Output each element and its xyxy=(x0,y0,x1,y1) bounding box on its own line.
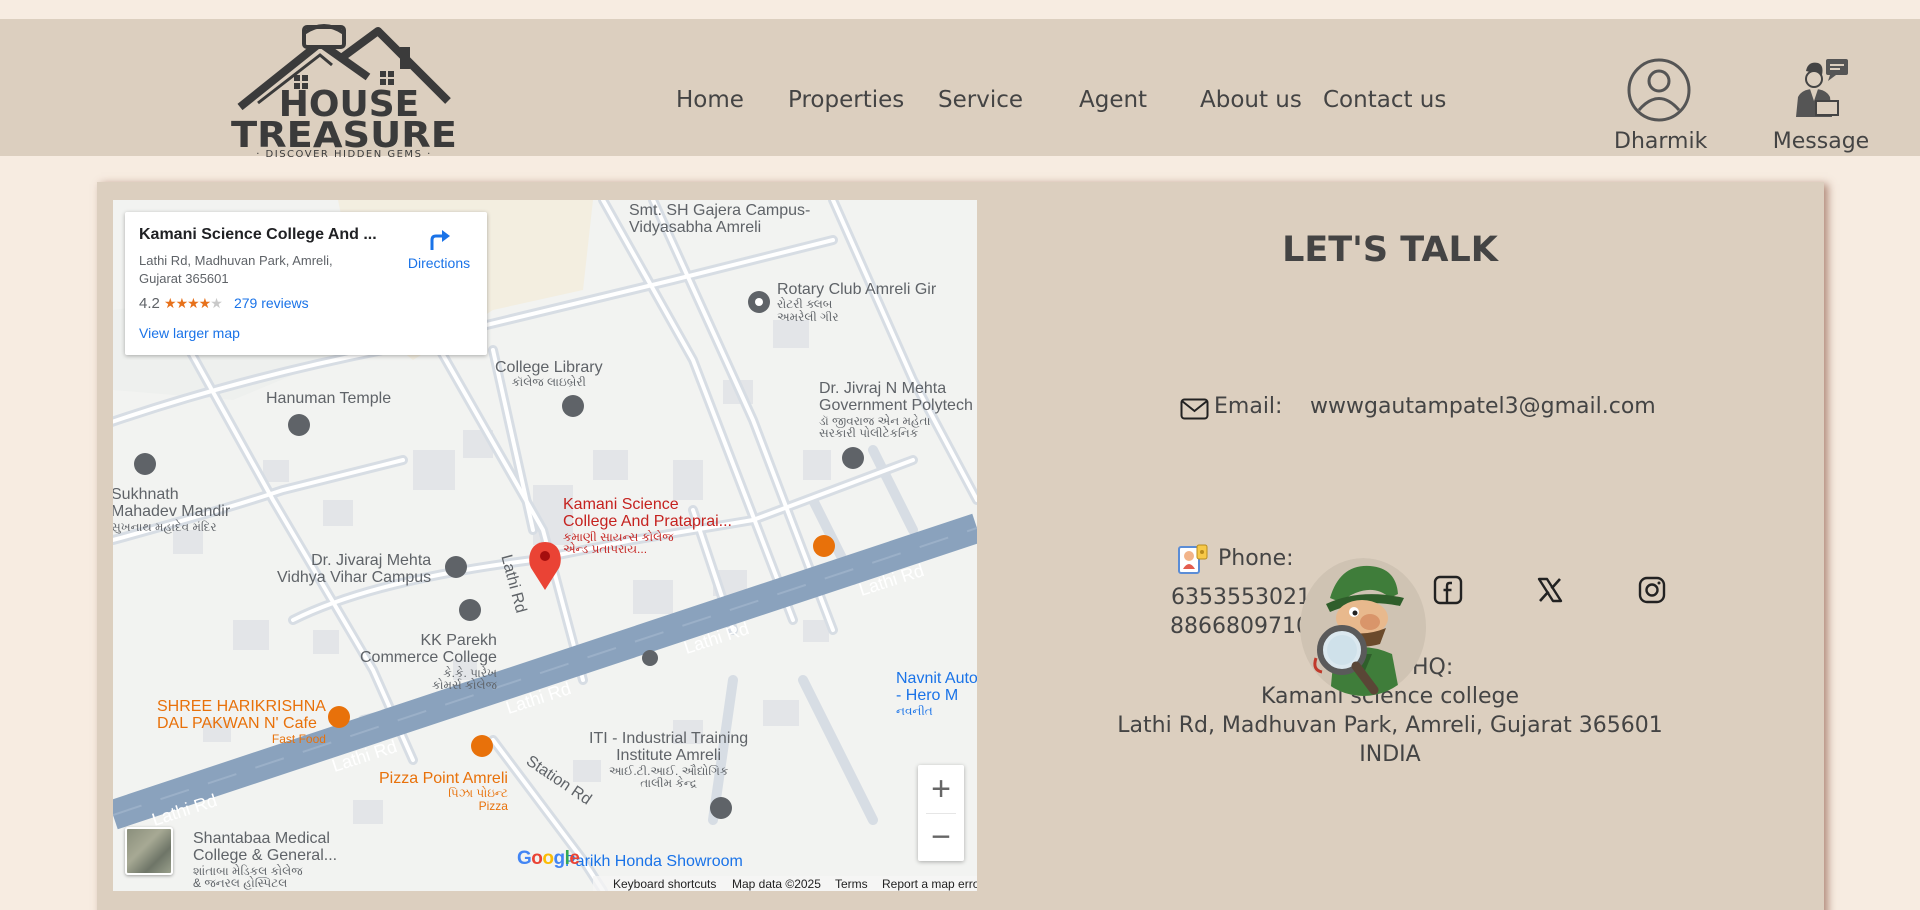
map-footer: Keyboard shortcuts Map data ©2025 Terms … xyxy=(593,876,977,891)
view-larger-map-link[interactable]: View larger map xyxy=(139,325,240,341)
map-label: Sukhnath Mahadev Mandir સુખનાથ મહાદેવ મંદ… xyxy=(113,486,231,534)
phone-number-1[interactable]: 6353553021 xyxy=(1171,585,1311,610)
place-rating: 4.2 ★★★★★ 279 reviews xyxy=(139,295,309,312)
map-label: Dr. Jivaraj Mehta Vidhya Vihar Campus xyxy=(277,552,432,587)
zoom-out-button[interactable]: − xyxy=(918,813,964,861)
user-profile[interactable]: Dharmik xyxy=(1614,57,1708,154)
pin-place-label[interactable]: Kamani Science College And Prataprai... ક… xyxy=(563,496,732,556)
instagram-icon[interactable] xyxy=(1637,575,1667,605)
x-icon[interactable] xyxy=(1535,575,1565,605)
nav-contact-us[interactable]: Contact us xyxy=(1323,87,1446,113)
user-name: Dharmik xyxy=(1614,129,1708,154)
map-label: Parikh Honda Showroom xyxy=(565,853,743,870)
map-data-text: Map data ©2025 xyxy=(732,877,821,891)
map-label: SHREE HARIKRISHNA DAL PAKWAN N' Cafe Fast… xyxy=(157,698,326,746)
email-label: Email: xyxy=(1214,394,1283,419)
rating-value: 4.2 xyxy=(139,295,160,312)
terms-link[interactable]: Terms xyxy=(835,877,868,891)
nav-home[interactable]: Home xyxy=(676,87,744,113)
map-label: Rotary Club Amreli Gir રોટરી ક્લબ અમરેલી… xyxy=(777,281,937,325)
zoom-in-button[interactable]: + xyxy=(918,765,964,813)
directions-button[interactable]: Directions xyxy=(399,226,479,271)
phone-contact-icon xyxy=(1178,544,1208,574)
zoom-controls: + − xyxy=(918,765,964,861)
user-avatar-icon xyxy=(1627,58,1691,122)
keyboard-shortcuts-link[interactable]: Keyboard shortcuts xyxy=(613,877,716,891)
google-logo: Google xyxy=(517,848,580,869)
place-title: Kamani Science College And ... xyxy=(139,226,377,243)
messages[interactable]: Message xyxy=(1766,57,1876,154)
nav-agent[interactable]: Agent xyxy=(1079,87,1147,113)
top-navbar: HOUSE TREASURE · DISCOVER HIDDEN GEMS · … xyxy=(0,19,1920,160)
detective-mascot-image xyxy=(1300,558,1427,696)
rating-stars: ★★★★★ xyxy=(164,295,223,311)
agent-message-icon xyxy=(1796,59,1848,117)
map-label: Smt. SH Gajera Campus- Vidyasabha Amreli xyxy=(629,202,811,237)
directions-icon xyxy=(430,230,450,250)
map-label: ITI - Industrial Training Institute Amrel… xyxy=(589,730,749,791)
hq-address-line2: Lathi Rd, Madhuvan Park, Amreli, Gujarat… xyxy=(1117,713,1663,738)
message-label: Message xyxy=(1772,129,1870,154)
map-label: Pizza Point Amreli પિઝા પોઇન્ટ Pizza xyxy=(379,770,508,814)
facebook-icon[interactable] xyxy=(1433,575,1463,605)
place-address: Lathi Rd, Madhuvan Park, Amreli, Gujarat… xyxy=(139,253,333,286)
lets-talk-heading: LET'S TALK xyxy=(1282,230,1498,270)
map-label: Shantabaa Medical College & General... શા… xyxy=(193,830,338,891)
place-info-card: Kamani Science College And ... Lathi Rd,… xyxy=(125,212,487,355)
map-label: Hanuman Temple xyxy=(266,390,392,407)
reviews-link[interactable]: 279 reviews xyxy=(234,295,309,311)
google-map[interactable]: Smt. SH Gajera Campus- Vidyasabha Amreli … xyxy=(113,200,977,891)
hq-address-line3: INDIA xyxy=(1359,742,1421,767)
email-value[interactable]: wwwgautampatel3@gmail.com xyxy=(1310,394,1656,419)
map-label: KK Parekh Commerce College કે.કે. પારેખ કો… xyxy=(360,632,497,693)
map-label: Navnit Auto - Hero M નવનીત xyxy=(896,670,977,718)
map-label: College Library કૉલેજ લાઇબ્રેરી xyxy=(495,359,603,390)
report-map-error-link[interactable]: Report a map error xyxy=(882,877,977,891)
nav-service[interactable]: Service xyxy=(938,87,1023,113)
email-icon xyxy=(1180,398,1209,420)
nav-properties[interactable]: Properties xyxy=(788,87,904,113)
satellite-toggle[interactable] xyxy=(125,827,173,875)
phone-number-2[interactable]: 8866809710 xyxy=(1170,614,1310,639)
phone-label: Phone: xyxy=(1218,546,1294,571)
map-label: Dr. Jivraj N Mehta Government Polytech ડૉ… xyxy=(819,380,973,441)
nav-about-us[interactable]: About us xyxy=(1200,87,1302,113)
